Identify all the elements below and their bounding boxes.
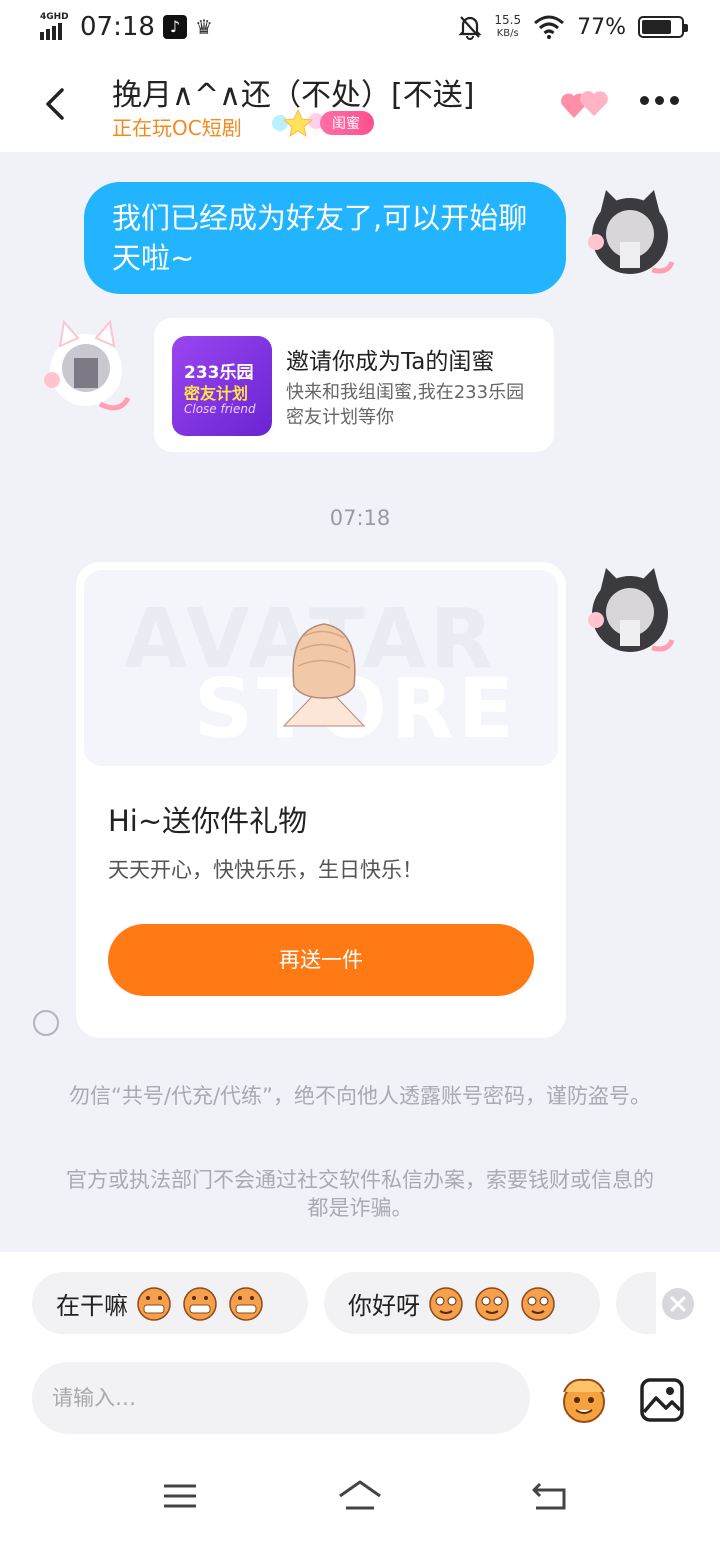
invite-title: 邀请你成为Ta的闺蜜 [286, 349, 495, 375]
quick-reply-1[interactable]: 在干嘛 [32, 1272, 308, 1334]
close-friend-plan-logo: 233乐园 密友计划 Close friend [172, 336, 272, 436]
mute-bell-icon [458, 16, 483, 40]
grinning-face-icon [137, 1287, 171, 1321]
message-input[interactable] [32, 1362, 530, 1434]
signal-icon: 4GHD [40, 12, 72, 42]
safety-notice-fraud: 官方或执法部门不会通过社交软件私信办案，索要钱财或信息的都是诈骗。 [66, 1168, 654, 1220]
chat-header: 挽月∧^∧还（不处）[不送] 正在玩OC短剧 闺蜜 [0, 56, 720, 152]
status-bar: 4GHD 07:18 ♪ ♛ 15.5 KB/s 77% [0, 0, 720, 56]
playing-status: 正在玩OC短剧 [112, 116, 242, 140]
crown-icon: ♛ [194, 15, 213, 39]
back-nav-icon[interactable] [526, 1476, 574, 1516]
gift-card[interactable]: AVATAR STORE Hi~送你件礼物 天天开心，快快乐乐，生日快乐！ 再送… [76, 562, 566, 1038]
battery-icon [638, 16, 688, 38]
close-quick-replies-icon[interactable] [662, 1288, 694, 1320]
tiktok-icon: ♪ [162, 15, 187, 39]
more-options-button[interactable] [640, 96, 679, 105]
hearts-icon[interactable] [560, 86, 610, 122]
grinning-face-icon [183, 1287, 217, 1321]
star-icon [272, 108, 324, 138]
system-nav-bar [0, 1460, 720, 1544]
status-time: 07:18 [80, 12, 155, 42]
friend-avatar[interactable] [40, 318, 136, 418]
smiling-face-icon [521, 1287, 555, 1321]
network-type: 4GHD [40, 12, 69, 22]
invite-description: 快来和我组闺蜜,我在233乐园密友计划等你 [286, 382, 525, 428]
net-speed: 15.5 KB/s [494, 13, 522, 40]
smiling-face-icon [475, 1287, 509, 1321]
friend-added-bubble: 我们已经成为好友了,可以开始聊天啦~ [84, 182, 566, 294]
gift-image: AVATAR STORE [84, 570, 558, 766]
relation-tag[interactable]: 闺蜜 [270, 108, 374, 138]
emoji-button[interactable] [556, 1374, 612, 1424]
avatar-item-icon [282, 623, 366, 727]
wifi-icon [534, 15, 565, 39]
relation-badge: 闺蜜 [320, 111, 374, 135]
smiling-face-icon [429, 1287, 463, 1321]
safety-notice-account: 勿信“共号/代充/代练”，绝不向他人透露账号密码，谨防盗号。 [69, 1084, 651, 1108]
menu-icon[interactable] [156, 1476, 204, 1516]
quick-reply-2[interactable]: 你好呀 [324, 1272, 600, 1334]
battery-percent: 77% [577, 14, 626, 40]
home-icon[interactable] [336, 1476, 384, 1516]
message-select-radio[interactable] [33, 1010, 59, 1036]
image-button[interactable] [638, 1376, 686, 1424]
resend-gift-button[interactable]: 再送一件 [108, 924, 534, 996]
message-timestamp: 07:18 [329, 506, 391, 530]
grinning-face-icon [229, 1287, 263, 1321]
my-avatar-2[interactable] [582, 562, 678, 662]
gift-title: Hi~送你件礼物 [108, 804, 308, 838]
back-button[interactable] [34, 80, 74, 128]
my-avatar[interactable] [582, 184, 678, 284]
bestie-invite-card[interactable]: 233乐园 密友计划 Close friend 邀请你成为Ta的闺蜜 快来和我组… [154, 318, 554, 452]
gift-message: 天天开心，快快乐乐，生日快乐！ [108, 858, 423, 882]
